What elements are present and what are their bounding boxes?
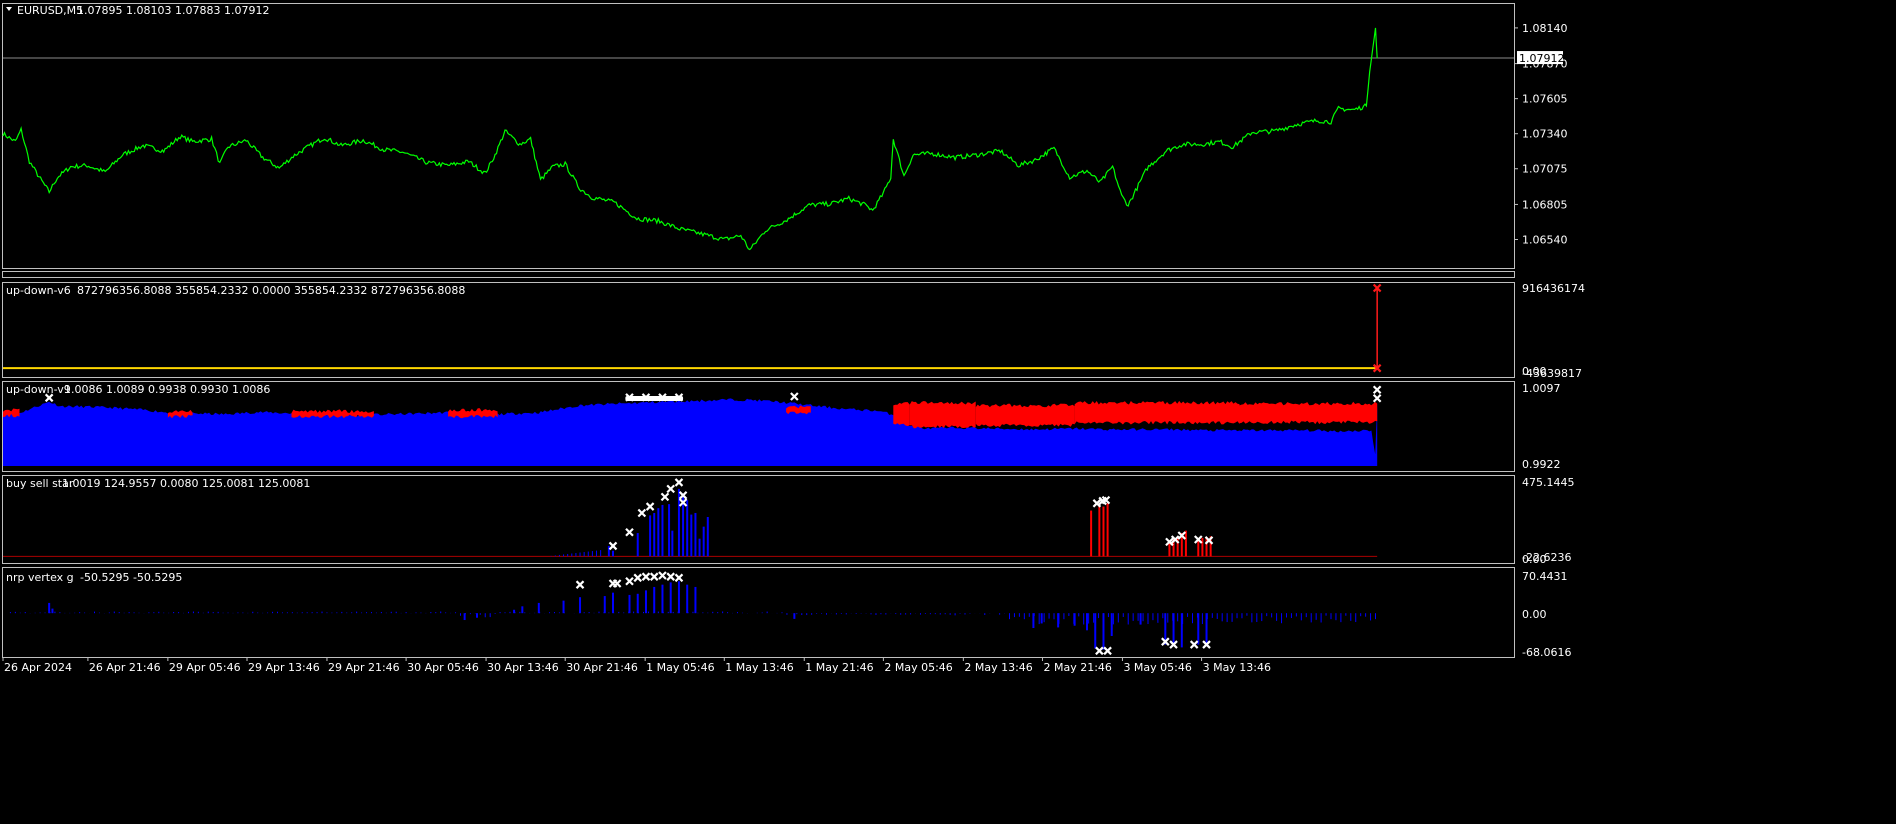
v9-tick-label: 1.0097 bbox=[1522, 382, 1561, 395]
time-tick-label: 2 May 13:46 bbox=[964, 661, 1032, 674]
nrp-marker bbox=[625, 576, 634, 586]
v9-marker-cluster bbox=[625, 396, 684, 402]
nrp-marker bbox=[575, 580, 585, 589]
bss-marker bbox=[674, 478, 684, 487]
price-panel-ohlc: 1.07895 1.08103 1.07883 1.07912 bbox=[77, 4, 269, 17]
nrp-panel-title: nrp vertex g bbox=[6, 571, 74, 584]
price-tick-label: 1.06805 bbox=[1522, 198, 1568, 211]
nrp-tick-label: -68.0616 bbox=[1522, 646, 1571, 659]
nrp-marker bbox=[666, 572, 675, 581]
nrp-marker bbox=[1189, 640, 1199, 649]
bss-marker bbox=[645, 502, 655, 511]
v9-red-band bbox=[909, 401, 976, 429]
time-tick-label: 2 May 21:46 bbox=[1043, 661, 1111, 674]
v9-marker bbox=[1372, 393, 1382, 403]
v9-tick-label: 0.9922 bbox=[1522, 458, 1561, 471]
nrp-marker bbox=[1095, 646, 1104, 656]
v9-red-band bbox=[1074, 400, 1240, 425]
panel-frame-4 bbox=[2, 567, 1515, 658]
nrp-marker bbox=[1103, 646, 1112, 656]
v9-red-band bbox=[1239, 401, 1378, 425]
nrp-marker bbox=[674, 573, 684, 583]
nrp-marker bbox=[641, 572, 651, 581]
time-tick-label: 3 May 13:46 bbox=[1203, 661, 1271, 674]
v6-tick-label: -43639817 bbox=[1522, 367, 1582, 380]
bss-marker bbox=[660, 492, 670, 502]
price-tick-label: 1.07340 bbox=[1522, 128, 1568, 141]
time-tick-label: 29 Apr 13:46 bbox=[248, 661, 320, 674]
collapse-triangle-icon bbox=[6, 7, 12, 11]
bss-marker bbox=[608, 541, 618, 551]
bss-tick-label: -22.6236 bbox=[1522, 551, 1571, 564]
time-tick-label: 1 May 13:46 bbox=[725, 661, 793, 674]
v9-panel-values: 1.0086 1.0089 0.9938 0.9930 1.0086 bbox=[64, 383, 270, 396]
v9-red-band bbox=[975, 403, 1075, 428]
mt4-chart-window[interactable]: EURUSD,M5 1.07895 1.08103 1.07883 1.07912… bbox=[0, 0, 1896, 820]
time-tick-label: 26 Apr 21:46 bbox=[89, 661, 161, 674]
panel-frame-0 bbox=[2, 3, 1515, 269]
panel-separator bbox=[2, 271, 1515, 278]
nrp-panel-values: -50.5295 -50.5295 bbox=[80, 571, 182, 584]
v6-panel-title: up-down-v6 bbox=[6, 284, 71, 297]
price-panel-title: EURUSD,M5 bbox=[17, 4, 83, 17]
bss-tick-label: 475.1445 bbox=[1522, 476, 1575, 489]
nrp-marker bbox=[649, 572, 659, 581]
price-series-line bbox=[2, 27, 1378, 251]
time-tick-label: 1 May 21:46 bbox=[805, 661, 873, 674]
v9-red-band bbox=[893, 402, 910, 427]
current-price-label: 1.07912 bbox=[1519, 52, 1565, 65]
bss-marker bbox=[625, 527, 634, 537]
price-tick-label: 1.06540 bbox=[1522, 233, 1568, 246]
time-tick-label: 29 Apr 21:46 bbox=[328, 661, 400, 674]
time-tick-label: 30 Apr 05:46 bbox=[407, 661, 479, 674]
time-tick-label: 3 May 05:46 bbox=[1123, 661, 1191, 674]
v6-tick-label: 916436174 bbox=[1522, 282, 1585, 295]
nrp-tick-label: 70.4431 bbox=[1522, 570, 1568, 583]
nrp-marker bbox=[658, 571, 667, 580]
price-tick-label: 1.08140 bbox=[1522, 22, 1568, 35]
time-tick-label: 1 May 05:46 bbox=[646, 661, 714, 674]
bss-panel-values: 1.0019 124.9557 0.0080 125.0081 125.0081 bbox=[62, 477, 310, 490]
time-tick-label: 2 May 05:46 bbox=[884, 661, 952, 674]
time-tick-label: 30 Apr 13:46 bbox=[487, 661, 559, 674]
v9-marker bbox=[790, 392, 799, 401]
v9-panel-title: up-down-v9 bbox=[6, 383, 71, 396]
time-tick-label: 26 Apr 2024 bbox=[4, 661, 72, 674]
nrp-marker bbox=[612, 579, 622, 588]
time-tick-label: 30 Apr 21:46 bbox=[566, 661, 638, 674]
nrp-tick-label: 0.00 bbox=[1522, 608, 1547, 621]
price-tick-label: 1.07605 bbox=[1522, 93, 1568, 106]
v9-marker bbox=[1372, 385, 1382, 395]
v6-panel-values: 872796356.8088 355854.2332 0.0000 355854… bbox=[77, 284, 465, 297]
bss-marker bbox=[666, 484, 675, 494]
price-tick-label: 1.07075 bbox=[1522, 163, 1568, 176]
time-tick-label: 29 Apr 05:46 bbox=[169, 661, 241, 674]
nrp-marker bbox=[633, 573, 643, 583]
chart-canvas[interactable]: EURUSD,M51.07895 1.08103 1.07883 1.07912… bbox=[0, 0, 1896, 820]
bss-marker bbox=[637, 508, 647, 518]
